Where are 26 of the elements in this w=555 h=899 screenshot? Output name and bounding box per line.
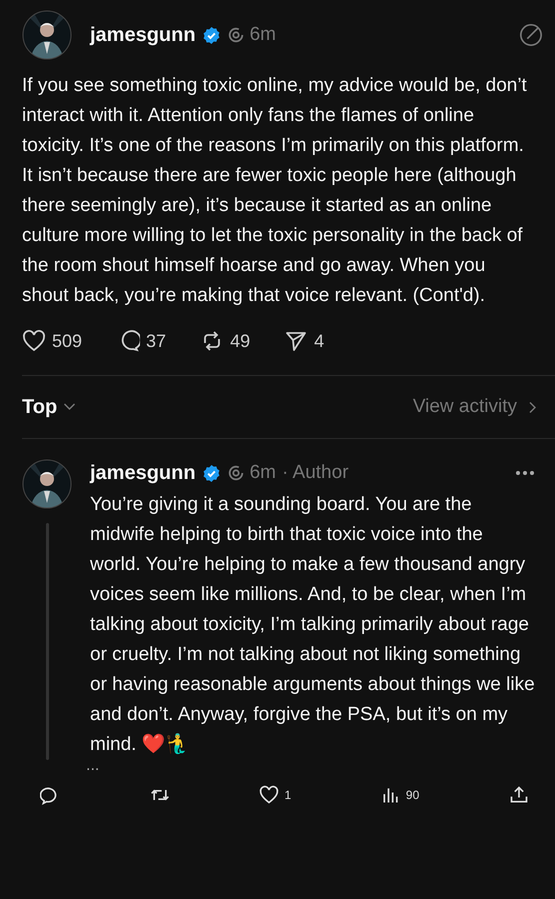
like-icon[interactable] xyxy=(259,785,280,805)
author-label: · Author xyxy=(282,462,349,484)
chevron-right-icon xyxy=(529,400,537,414)
ellipsis[interactable]: ... xyxy=(86,760,555,772)
author-name[interactable]: jamesgunn xyxy=(90,462,196,484)
share-icon[interactable] xyxy=(508,785,529,805)
sort-dropdown[interactable]: Top xyxy=(22,396,76,418)
threads-icon xyxy=(226,464,245,482)
threads-icon xyxy=(226,26,245,44)
action-count: 90 xyxy=(406,788,420,802)
share-icon[interactable] xyxy=(284,329,308,353)
more-icon[interactable] xyxy=(515,470,535,476)
action-count: 1 xyxy=(284,788,292,802)
post-time: 6m xyxy=(250,24,276,46)
post-text: If you see something toxic online, my advice would be, don’t interact with it. Attention only fans the flames of online toxicity. It’s one of the reasons I’m primarily on this platform. It isn’t because there are fewer toxic people here (although there seemingly are), it’s because it started as an online culture more willing to let the toxic personality in the back of the room shout himself hoarse and go away. When you shout back, you’re making that voice relevant. (Cont'd). xyxy=(22,74,528,308)
action-count: 509 xyxy=(52,330,82,352)
reply-text: You’re giving it a sounding board. You are the midwife helping to birth that toxic voice into the world. You’re helping to make a few thousand angry voices seem like millions. And, to be clear, when I’m talking about toxicity, I’m talking primarily about rage or cruelty. I’m not talking about not liking something or having reasonable arguments about things we like and don’t. Anyway, forgive the PSA, but it’s on my mind. ❤🧜‍♂ xyxy=(90,493,535,757)
action-count: 49 xyxy=(230,330,250,352)
action-count: 4 xyxy=(314,330,324,352)
chevron-down-icon xyxy=(63,403,76,411)
post-time: 6m xyxy=(250,462,276,484)
like-icon[interactable] xyxy=(22,329,46,353)
author-name[interactable]: jamesgunn xyxy=(90,24,196,46)
edit-icon[interactable] xyxy=(519,23,543,47)
view-activity-link[interactable]: View activity xyxy=(412,396,537,418)
action-count: 37 xyxy=(146,330,166,352)
